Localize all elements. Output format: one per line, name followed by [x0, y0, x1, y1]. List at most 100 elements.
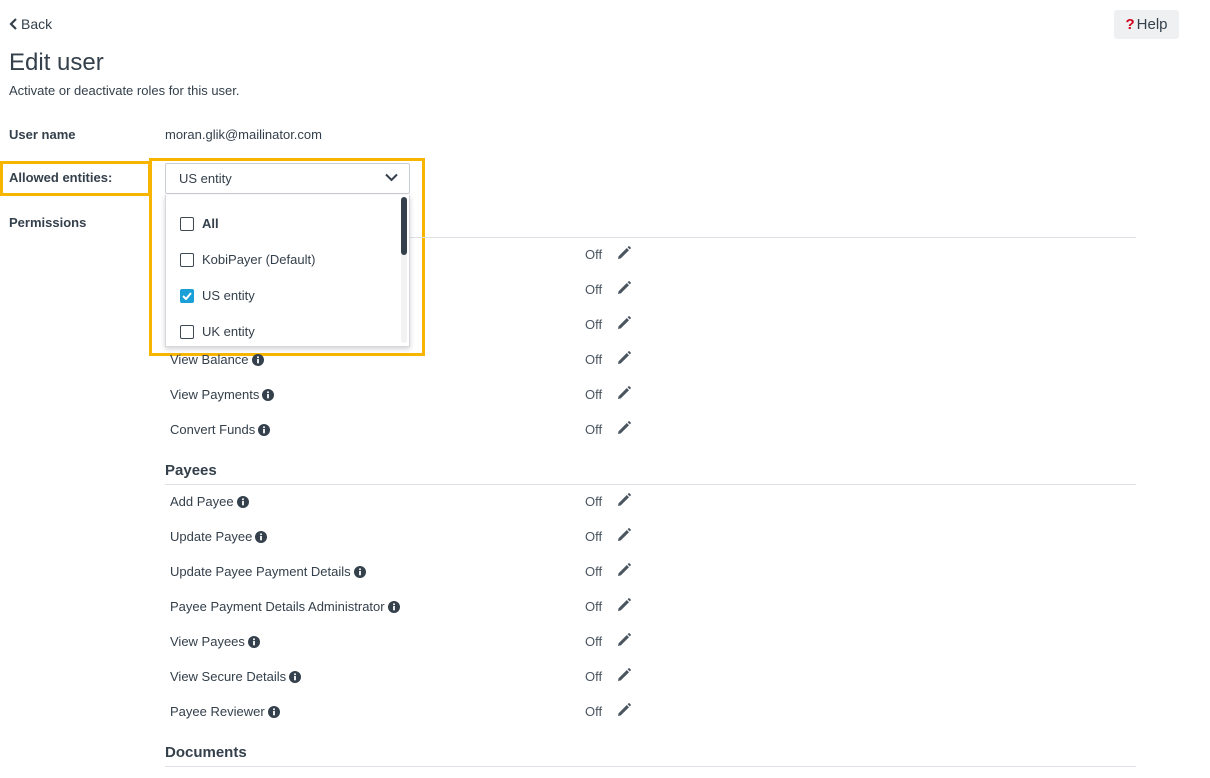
permission-label: View Balance — [170, 352, 264, 367]
pencil-icon[interactable] — [617, 528, 631, 542]
permission-status: Off — [585, 529, 603, 544]
chevron-left-icon — [9, 18, 17, 30]
pencil-icon[interactable] — [617, 351, 631, 365]
info-icon[interactable] — [251, 353, 264, 366]
permissions-label: Permissions — [9, 215, 87, 230]
username-value: moran.glik@mailinator.com — [165, 127, 322, 142]
checkbox[interactable] — [180, 252, 194, 267]
entity-option-all[interactable]: All — [180, 216, 219, 231]
entity-option-uk[interactable]: UK entity — [180, 324, 255, 339]
info-icon[interactable] — [353, 565, 366, 578]
permission-label-text: Payee Payment Details Administrator — [170, 599, 385, 614]
permission-label: Convert Funds — [170, 422, 271, 437]
permission-label-text: Add Payee — [170, 494, 234, 509]
permission-status: Off — [585, 282, 603, 297]
entities-select[interactable]: US entity — [165, 163, 410, 194]
info-icon[interactable] — [247, 635, 260, 648]
checkbox-checked[interactable] — [180, 288, 194, 303]
permission-label: Update Payee Payment Details — [170, 564, 366, 579]
info-icon[interactable] — [262, 388, 275, 401]
pencil-icon[interactable] — [617, 493, 631, 507]
checkbox[interactable] — [180, 216, 194, 231]
checkbox[interactable] — [180, 324, 194, 339]
permission-label-text: View Secure Details — [170, 669, 287, 684]
info-icon[interactable] — [236, 495, 249, 508]
permission-row: View Secure Details Off — [170, 667, 640, 687]
pencil-icon[interactable] — [617, 563, 631, 577]
section-title-payees: Payees — [165, 462, 217, 479]
info-icon[interactable] — [387, 600, 400, 613]
permission-label: View Payments — [170, 387, 275, 402]
pencil-icon[interactable] — [617, 281, 631, 295]
permission-row: Add Payee Off — [170, 492, 640, 512]
permission-row: View Payments Off — [170, 385, 640, 405]
pencil-icon[interactable] — [617, 703, 631, 717]
permission-status: Off — [585, 704, 603, 719]
pencil-icon[interactable] — [617, 246, 631, 260]
permission-status: Off — [585, 247, 603, 262]
entity-option-label: UK entity — [202, 324, 255, 339]
checkmark-icon — [182, 291, 192, 300]
entity-option-label: All — [202, 216, 219, 231]
pencil-icon[interactable] — [617, 421, 631, 435]
entities-dropdown: All KobiPayer (Default) US entity UK ent… — [165, 195, 410, 347]
entity-option-label: KobiPayer (Default) — [202, 252, 316, 267]
entities-select-value: US entity — [179, 171, 232, 186]
entity-option-us[interactable]: US entity — [180, 288, 255, 303]
permission-label-text: Update Payee Payment Details — [170, 564, 351, 579]
permission-row: View Payees Off — [170, 632, 640, 652]
entities-label: Allowed entities: — [9, 170, 113, 185]
page-title: Edit user — [9, 49, 104, 76]
permission-row: Update Payee Payment Details Off — [170, 562, 640, 582]
permission-label: Payee Payment Details Administrator — [170, 599, 400, 614]
entity-option-kobipayer[interactable]: KobiPayer (Default) — [180, 252, 315, 267]
permission-status: Off — [585, 317, 603, 332]
permission-status: Off — [585, 352, 603, 367]
entity-option-label: US entity — [202, 288, 255, 303]
section-divider — [165, 484, 1136, 485]
permission-label-text: Payee Reviewer — [170, 704, 265, 719]
info-icon[interactable] — [289, 670, 302, 683]
pencil-icon[interactable] — [617, 316, 631, 330]
permission-row: Convert Funds Off — [170, 420, 640, 440]
permission-label: Update Payee — [170, 529, 268, 544]
help-label: Help — [1136, 16, 1168, 33]
question-mark-icon: ? — [1125, 16, 1135, 33]
permission-label-text: Update Payee — [170, 529, 253, 544]
permission-row: Payee Payment Details Administrator Off — [170, 597, 640, 617]
permission-label-text: Convert Funds — [170, 422, 256, 437]
permission-row: View Balance Off — [170, 350, 640, 370]
permission-label: View Payees — [170, 634, 260, 649]
info-icon[interactable] — [267, 705, 280, 718]
scrollbar-thumb[interactable] — [401, 197, 407, 255]
permission-label: View Secure Details — [170, 669, 302, 684]
back-link[interactable]: Back — [9, 16, 52, 32]
username-label: User name — [9, 127, 76, 142]
permission-status: Off — [585, 669, 603, 684]
section-title-documents: Documents — [165, 744, 247, 761]
permission-row: Update Payee Off — [170, 527, 640, 547]
permission-status: Off — [585, 494, 603, 509]
permission-status: Off — [585, 422, 603, 437]
permission-row: Payee Reviewer Off — [170, 702, 640, 722]
permission-status: Off — [585, 387, 603, 402]
info-icon[interactable] — [255, 530, 268, 543]
permission-label-text: View Payees — [170, 634, 245, 649]
pencil-icon[interactable] — [617, 386, 631, 400]
pencil-icon[interactable] — [617, 668, 631, 682]
permission-label: Add Payee — [170, 494, 249, 509]
chevron-down-icon — [385, 173, 398, 182]
permission-label-text: View Payments — [170, 387, 260, 402]
help-button[interactable]: ? Help — [1114, 10, 1179, 39]
page-subtitle: Activate or deactivate roles for this us… — [9, 83, 240, 98]
permission-status: Off — [585, 564, 603, 579]
pencil-icon[interactable] — [617, 633, 631, 647]
section-divider — [165, 766, 1136, 767]
permission-label: Payee Reviewer — [170, 704, 280, 719]
dropdown-scrollbar[interactable] — [401, 197, 407, 343]
permission-status: Off — [585, 599, 603, 614]
info-icon[interactable] — [258, 423, 271, 436]
back-label: Back — [21, 16, 53, 32]
pencil-icon[interactable] — [617, 598, 631, 612]
permission-label-text: View Balance — [170, 352, 249, 367]
